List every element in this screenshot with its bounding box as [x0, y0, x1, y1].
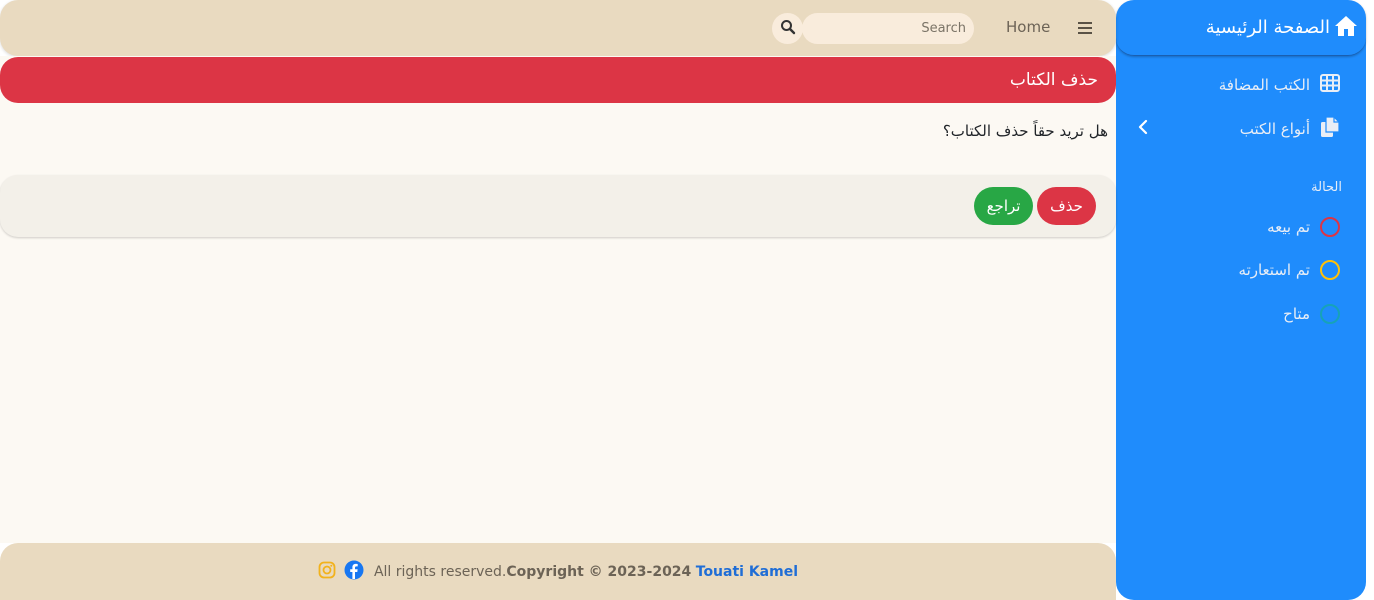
footer: All rights reserved. Copyright © 2023-20…: [0, 543, 1116, 600]
search-input[interactable]: [802, 13, 974, 44]
menu-icon[interactable]: [1076, 19, 1094, 37]
card-title: حذف الكتاب: [1009, 70, 1098, 90]
circle-icon: [1320, 217, 1340, 237]
sidebar-item-added-books[interactable]: الكتب المضافة: [1219, 74, 1340, 96]
chevron-left-icon[interactable]: [1136, 118, 1152, 136]
status-section-label: الحالة: [1311, 180, 1342, 195]
circle-icon: [1320, 304, 1340, 324]
card-actions: حذف تراجع: [0, 175, 1116, 237]
sidebar-item-book-types[interactable]: أنواع الكتب: [1240, 116, 1340, 142]
status-item-label: تم استعارته: [1238, 261, 1310, 279]
copy-icon: [1320, 116, 1340, 142]
sidebar: الصفحة الرئيسية الكتب المضافة أنواع الكت…: [1116, 0, 1366, 600]
brand-text: الصفحة الرئيسية: [1205, 17, 1330, 38]
status-item-label: تم بيعه: [1267, 218, 1310, 236]
confirm-question: هل تريد حقاً حذف الكتاب؟: [942, 122, 1108, 140]
delete-button[interactable]: حذف: [1037, 187, 1096, 225]
card-header: حذف الكتاب: [0, 57, 1116, 103]
search-icon: [780, 19, 796, 39]
home-link[interactable]: Home: [1006, 18, 1050, 36]
sidebar-item-label: الكتب المضافة: [1218, 76, 1310, 94]
social-links: [318, 560, 364, 584]
top-navbar: Home: [0, 0, 1116, 56]
status-item-borrowed[interactable]: تم استعارته: [1239, 260, 1340, 280]
home-icon: [1334, 15, 1358, 41]
table-icon: [1320, 74, 1340, 96]
instagram-icon[interactable]: [318, 561, 336, 583]
facebook-icon[interactable]: [344, 560, 364, 584]
status-item-sold[interactable]: تم بيعه: [1267, 217, 1340, 237]
search-button[interactable]: [772, 13, 803, 44]
author-link[interactable]: Touati Kamel: [696, 564, 798, 580]
cancel-button[interactable]: تراجع: [974, 187, 1033, 225]
footer-text: All rights reserved. Copyright © 2023-20…: [374, 564, 798, 580]
copyright-text: Copyright © 2023-2024: [506, 563, 692, 580]
rights-text: All rights reserved.: [373, 563, 507, 580]
sidebar-item-label: أنواع الكتب: [1239, 120, 1310, 138]
main-content: حذف الكتاب هل تريد حقاً حذف الكتاب؟ حذف …: [0, 56, 1116, 543]
status-item-available[interactable]: متاح: [1283, 304, 1340, 324]
status-item-label: متاح: [1283, 305, 1310, 323]
circle-icon: [1320, 260, 1340, 280]
brand-link[interactable]: الصفحة الرئيسية: [1116, 0, 1366, 56]
